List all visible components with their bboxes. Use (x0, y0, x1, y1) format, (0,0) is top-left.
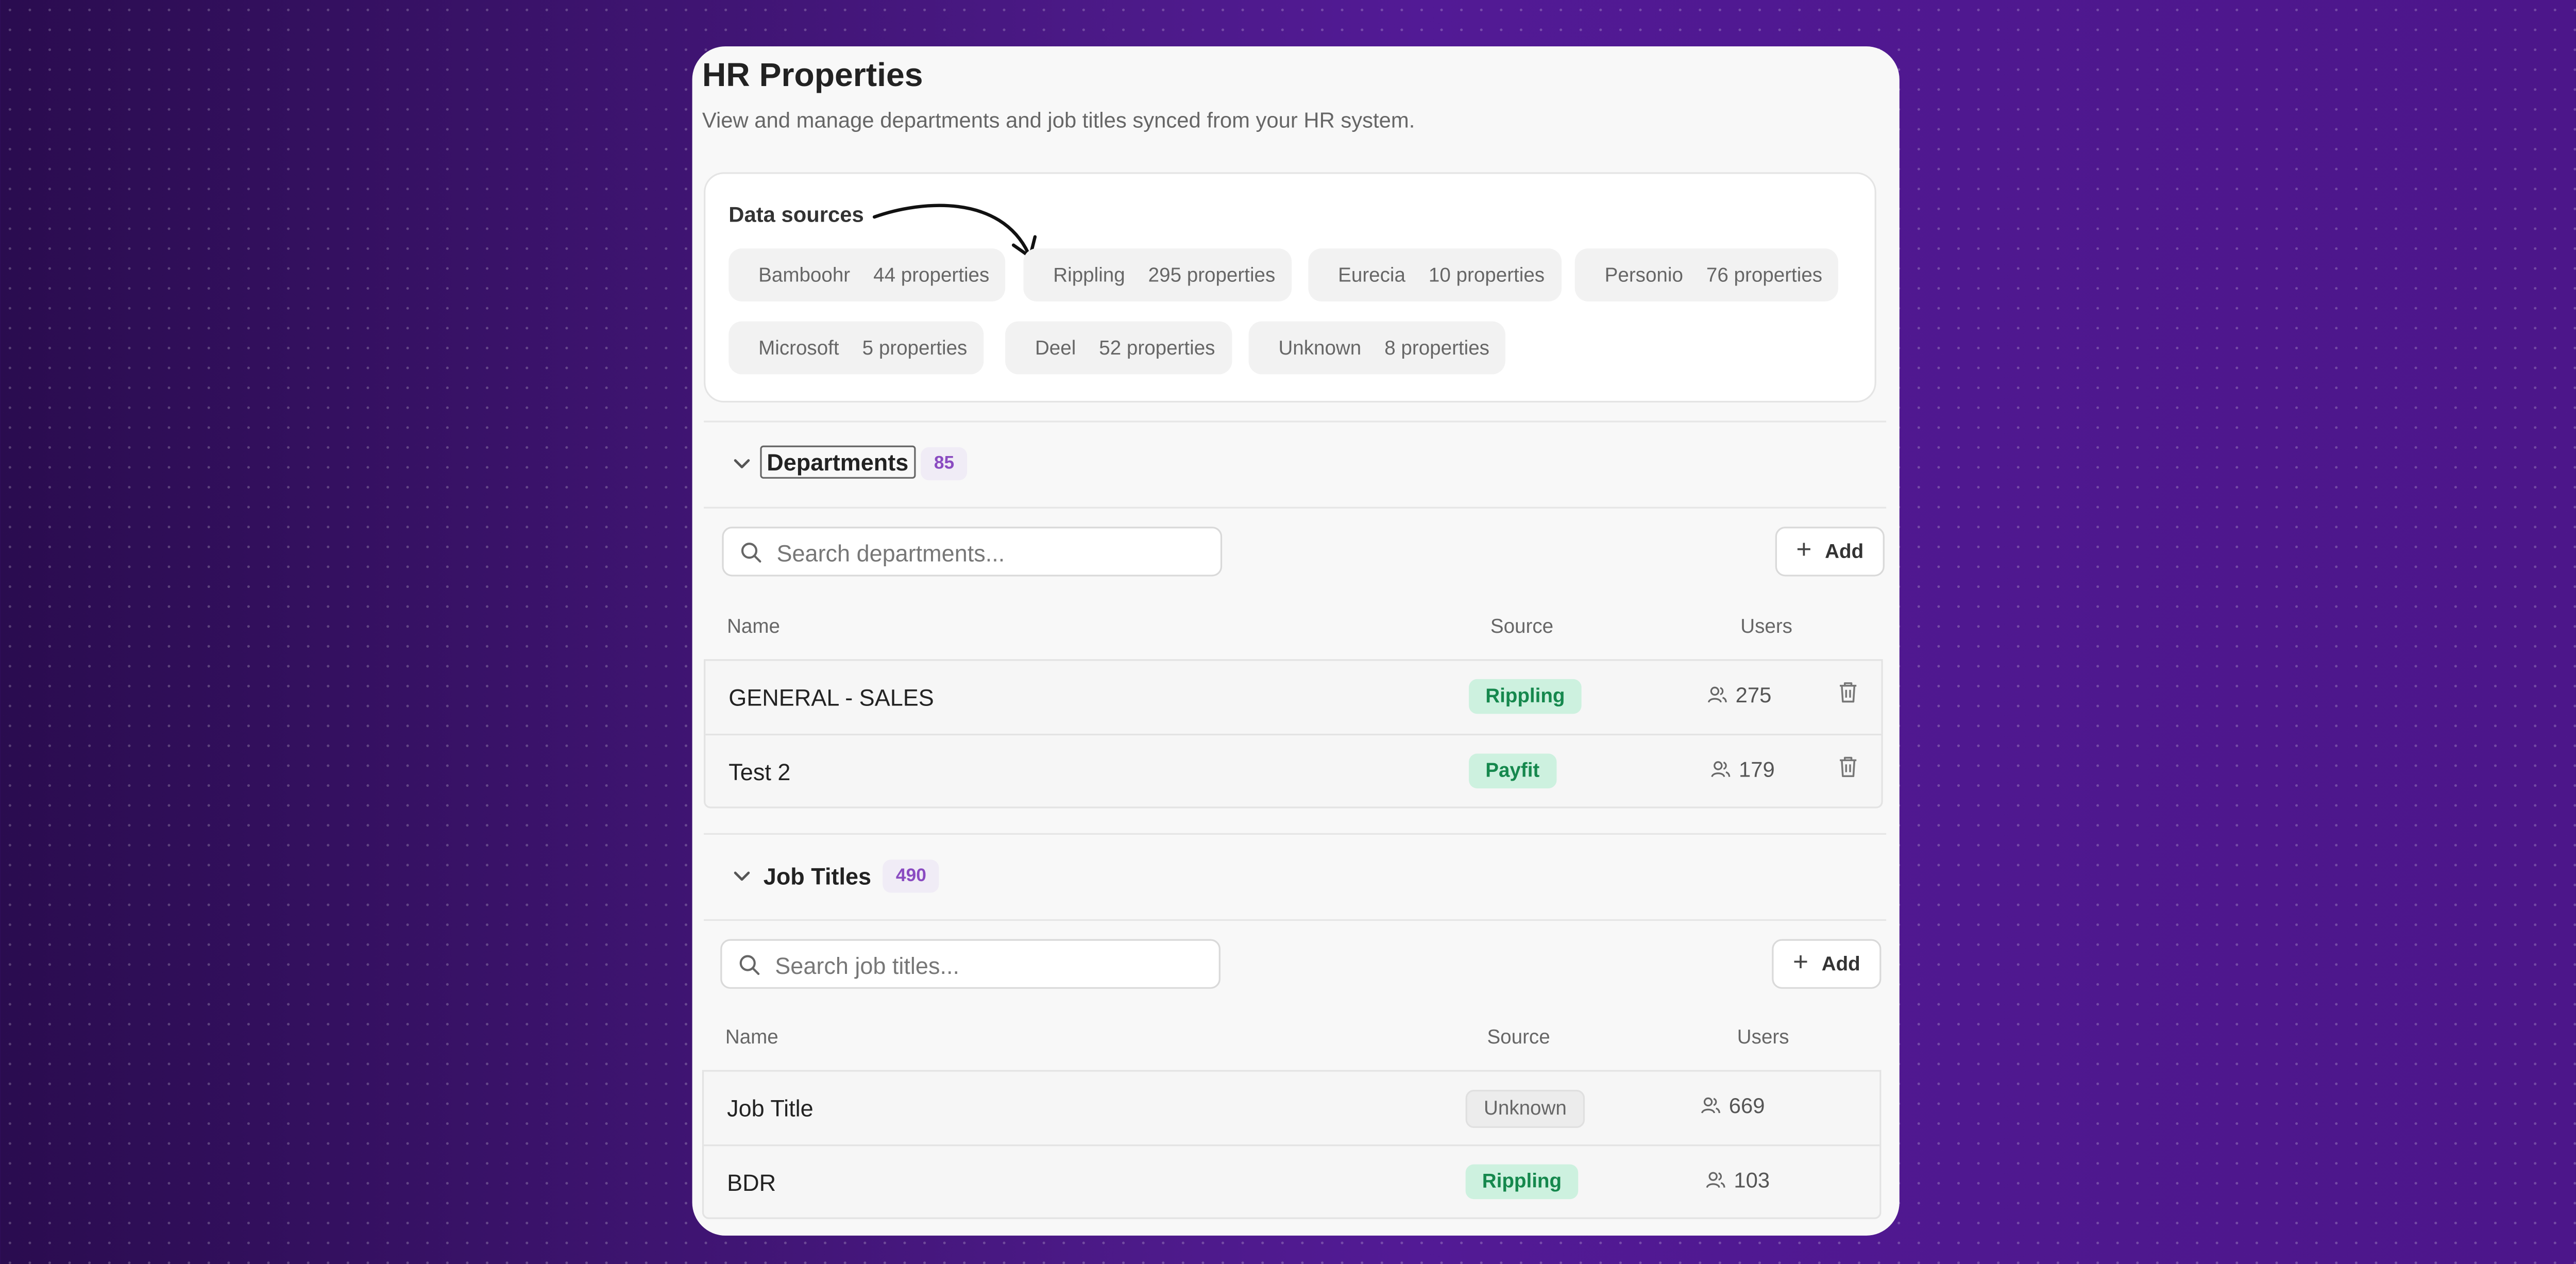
data-source-count: 8 properties (1384, 336, 1489, 360)
data-source-count: 52 properties (1099, 336, 1215, 360)
data-source-count: 44 properties (873, 263, 990, 287)
data-source-count: 10 properties (1428, 263, 1545, 287)
departments-search[interactable] (722, 527, 1223, 578)
row-name: Job Title (727, 1094, 814, 1122)
table-row[interactable]: Job Title Unknown 669 (704, 1072, 1879, 1144)
departments-section-header[interactable]: Departments 85 (704, 420, 1887, 509)
departments-search-input[interactable] (773, 528, 1211, 578)
table-row[interactable]: GENERAL - SALES Rippling 275 (705, 661, 1881, 734)
add-department-button[interactable]: + Add (1775, 527, 1885, 577)
source-badge: Rippling (1465, 1164, 1579, 1200)
table-row[interactable]: Test 2 Payfit 179 (705, 733, 1882, 808)
data-source-name: Unknown (1278, 336, 1362, 360)
hr-properties-card: HR Properties View and manage department… (692, 46, 1900, 1236)
users-icon (1707, 686, 1727, 703)
departments-col-source[interactable]: Source (1490, 615, 1553, 638)
row-name: GENERAL - SALES (728, 684, 934, 711)
users-count: 669 (1701, 1093, 1765, 1118)
page-subtitle: View and manage departments and job titl… (702, 107, 1415, 133)
data-source-chip-microsoft[interactable]: Microsoft 5 properties (728, 321, 984, 375)
add-department-label: Add (1825, 540, 1864, 563)
data-source-chip-eurecia[interactable]: Eurecia 10 properties (1308, 248, 1562, 302)
departments-title[interactable]: Departments (760, 445, 916, 479)
source-badge: Unknown (1465, 1090, 1585, 1128)
data-source-name: Microsoft (758, 336, 839, 360)
data-source-chip-bamboohr[interactable]: Bamboohr 44 properties (728, 248, 1006, 302)
row-name: BDR (727, 1169, 776, 1196)
departments-col-users[interactable]: Users (1740, 615, 1792, 638)
departments-table: GENERAL - SALES Rippling 275 Test 2 Payf… (704, 659, 1883, 808)
data-source-count: 76 properties (1706, 263, 1823, 287)
data-source-count: 295 properties (1148, 263, 1276, 287)
job-titles-count-badge: 490 (883, 859, 940, 893)
users-count-value: 669 (1728, 1093, 1765, 1118)
source-badge: Payfit (1469, 753, 1556, 789)
data-sources-label: Data sources (728, 202, 864, 227)
data-source-chip-rippling[interactable]: Rippling 295 properties (1023, 248, 1292, 302)
departments-count-badge: 85 (921, 447, 968, 481)
source-badge: Rippling (1469, 679, 1582, 714)
users-icon (1706, 1172, 1725, 1188)
add-job-title-button[interactable]: + Add (1772, 939, 1882, 989)
data-source-name: Deel (1035, 336, 1076, 360)
chevron-down-icon[interactable] (731, 865, 754, 888)
users-icon (1711, 761, 1731, 778)
users-count-value: 275 (1735, 682, 1772, 707)
table-row[interactable]: BDR Rippling 103 (704, 1144, 1880, 1219)
data-source-count: 5 properties (862, 336, 968, 360)
data-source-name: Eurecia (1338, 263, 1405, 287)
chevron-down-icon[interactable] (731, 452, 754, 476)
job-titles-search-input[interactable] (771, 940, 1209, 991)
search-icon (741, 543, 761, 563)
trash-icon[interactable] (1838, 755, 1858, 779)
job-titles-title[interactable]: Job Titles (758, 861, 876, 891)
job-titles-section-header[interactable]: Job Titles 490 (704, 833, 1887, 921)
users-count: 179 (1710, 756, 1775, 782)
data-source-chip-deel[interactable]: Deel 52 properties (1005, 321, 1232, 375)
data-source-chip-unknown[interactable]: Unknown 8 properties (1248, 321, 1506, 375)
users-count-value: 179 (1739, 756, 1775, 782)
add-job-title-label: Add (1821, 952, 1860, 976)
data-source-name: Rippling (1053, 263, 1125, 287)
page-title: HR Properties (702, 58, 923, 95)
job-titles-table: Job Title Unknown 669 BDR Rippling 103 (702, 1070, 1882, 1219)
users-count-value: 103 (1734, 1168, 1770, 1193)
trash-icon[interactable] (1838, 681, 1858, 704)
data-source-name: Bamboohr (758, 263, 851, 287)
users-count: 275 (1707, 682, 1771, 707)
data-sources-panel: Data sources Bamboohr 44 properties Ripp… (704, 172, 1876, 403)
users-count: 103 (1706, 1168, 1770, 1192)
users-icon (1701, 1097, 1721, 1114)
job-titles-col-source[interactable]: Source (1487, 1025, 1550, 1049)
data-source-chip-personio[interactable]: Personio 76 properties (1574, 248, 1839, 302)
data-source-name: Personio (1604, 263, 1683, 287)
job-titles-col-users[interactable]: Users (1737, 1025, 1789, 1049)
job-titles-col-name[interactable]: Name (725, 1025, 778, 1049)
plus-icon: + (1792, 949, 1809, 978)
search-icon (739, 955, 760, 975)
departments-col-name[interactable]: Name (727, 615, 780, 638)
plus-icon: + (1796, 536, 1812, 565)
row-name: Test 2 (728, 759, 791, 785)
job-titles-search[interactable] (720, 939, 1221, 991)
